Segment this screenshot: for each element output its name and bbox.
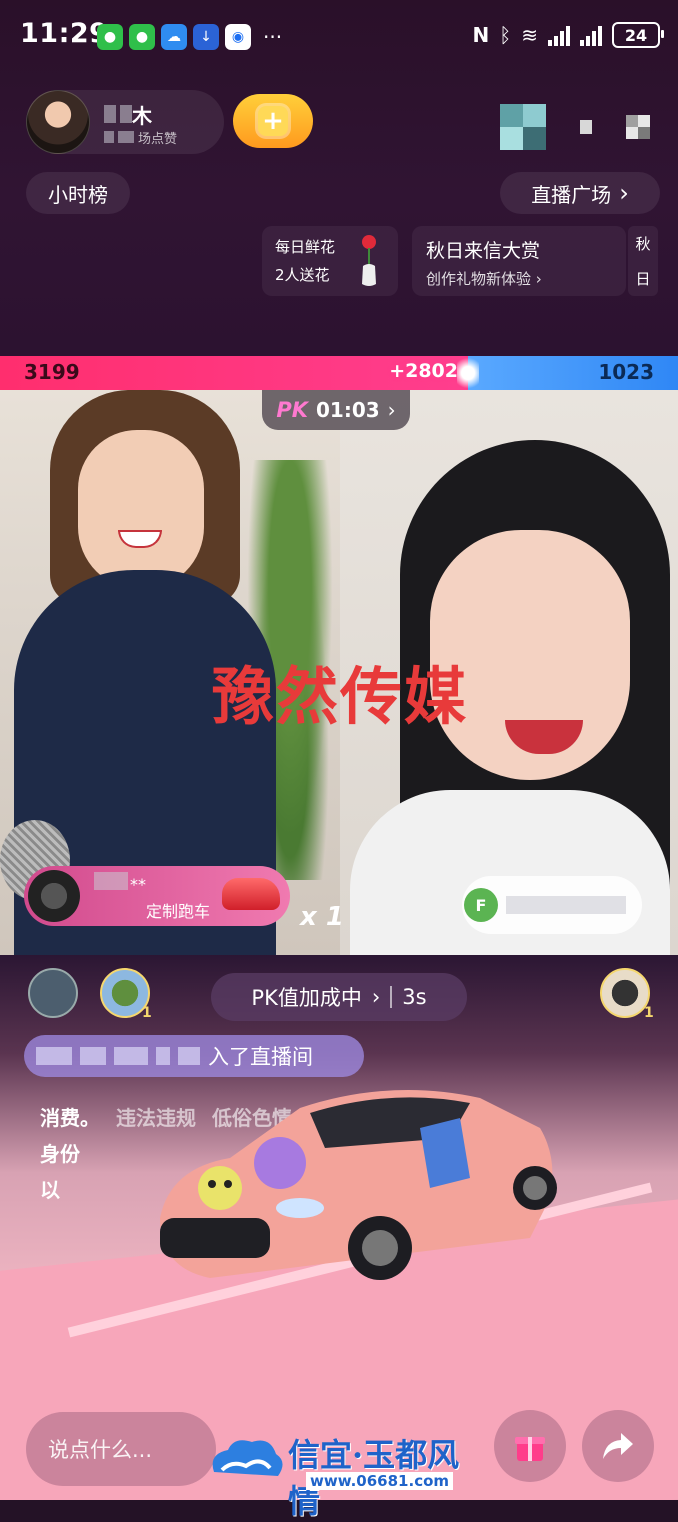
live-square-button[interactable]: 直播广场 › xyxy=(500,172,660,214)
pk-right-bar: 1023 xyxy=(468,356,678,390)
pk-bonus-indicator[interactable]: PK值加成中 › 3s xyxy=(211,973,467,1021)
site-watermark: 信宜·玉都风情 www.06681.com xyxy=(208,1430,478,1520)
live-square-label: 直播广场 xyxy=(531,182,612,207)
status-notification-icons: ● ● ☁ ↓ ◉ ··· xyxy=(97,24,282,50)
wechat-icon: ● xyxy=(129,24,155,50)
host-name: 木 xyxy=(104,100,152,129)
pk-left-score: 3199 xyxy=(24,360,80,384)
signal-icon xyxy=(548,24,570,46)
viewer-avatar[interactable] xyxy=(580,120,592,134)
sender-badge: F xyxy=(464,888,498,922)
pk-bonus-seconds: 3s xyxy=(402,985,427,1009)
sender-name: ** xyxy=(94,872,146,894)
cloud-icon: ☁ xyxy=(161,24,187,50)
person-face xyxy=(78,430,204,590)
enter-message-text: 入了直播间 xyxy=(208,1045,313,1069)
viewer-avatar[interactable] xyxy=(500,104,546,150)
sports-car-gift-animation xyxy=(160,1090,557,1280)
promo-char: 秋 xyxy=(635,235,651,253)
daily-flower-promo[interactable]: 每日鲜花 2人送花 xyxy=(262,226,398,296)
gift-name: 定制跑车 xyxy=(146,902,211,921)
download-icon: ↓ xyxy=(193,24,219,50)
promo-title: 秋日来信大赏 xyxy=(426,240,541,262)
team-left-count: 1 xyxy=(142,1005,152,1021)
share-button[interactable] xyxy=(582,1410,654,1482)
chevron-right-icon: › xyxy=(371,985,381,1009)
chevron-right-icon: › xyxy=(387,398,396,422)
cloud-logo-icon xyxy=(212,1440,283,1476)
hour-rank-button[interactable]: 小时榜 xyxy=(26,172,130,214)
status-bar: 11:29 ● ● ☁ ↓ ◉ ··· N ᛒ ≋ 24 xyxy=(0,0,678,70)
follow-button[interactable]: + xyxy=(233,94,313,148)
status-time: 11:29 xyxy=(20,18,109,49)
site-watermark-url: www.06681.com xyxy=(306,1472,454,1490)
battery-icon: 24 xyxy=(612,22,664,48)
promo-subtitle: 2人送花 xyxy=(275,266,330,284)
nfc-icon: N xyxy=(472,23,490,47)
promo-subtitle: 创作礼物新体验 › xyxy=(426,270,542,288)
gift-notice-left: ** 定制跑车 xyxy=(24,866,290,926)
autumn-promo-tab[interactable]: 秋 日 xyxy=(628,226,658,296)
bluetooth-icon: ᛒ xyxy=(499,23,512,47)
pk-left-bar: 3199 +2802 xyxy=(0,356,468,390)
wechat-icon: ● xyxy=(97,24,123,50)
pk-bonus-value: +2802 xyxy=(389,360,458,382)
team-left-avatar[interactable] xyxy=(28,968,78,1018)
pk-bonus-label: PK值加成中 xyxy=(251,986,362,1010)
pk-score-bar: 3199 +2802 1023 xyxy=(0,356,678,390)
gift-notice-right: F xyxy=(462,876,642,934)
plus-icon: + xyxy=(258,106,288,136)
pk-timer[interactable]: PK 01:03 › xyxy=(262,390,410,430)
gift-combo-count: x 1 xyxy=(300,902,344,932)
host-avatar[interactable] xyxy=(26,90,90,154)
promo-title: 每日鲜花 xyxy=(275,238,336,256)
pk-countdown: 01:03 xyxy=(316,398,380,422)
chevron-right-icon: › xyxy=(619,179,629,207)
app-icon: ◉ xyxy=(225,24,251,50)
center-watermark: 豫然传媒 xyxy=(212,660,469,733)
rose-vase-icon xyxy=(362,235,376,286)
pk-right-score: 1023 xyxy=(598,360,654,384)
more-notifications-icon: ··· xyxy=(263,25,283,49)
sports-car-icon xyxy=(222,878,280,910)
pk-logo: PK xyxy=(276,398,308,422)
pk-split-spark xyxy=(457,354,479,392)
viewer-avatar[interactable] xyxy=(626,115,650,139)
signal-icon xyxy=(580,24,602,46)
autumn-letter-promo[interactable]: 秋日来信大赏 创作礼物新体验 › xyxy=(412,226,626,296)
sender-avatar xyxy=(28,870,80,922)
chevron-right-icon: › xyxy=(535,270,542,288)
status-right: N ᛒ ≋ 24 xyxy=(472,22,664,48)
viewer-avatars[interactable] xyxy=(500,104,650,150)
team-right-count: 1 xyxy=(644,1005,654,1021)
gift-button[interactable] xyxy=(494,1410,566,1482)
team-right-avatar[interactable] xyxy=(600,968,650,1018)
comment-input[interactable]: 说点什么... xyxy=(26,1412,216,1486)
host-card[interactable]: 木 场点赞 xyxy=(26,90,224,154)
host-likes: 场点赞 xyxy=(104,128,177,147)
wifi-icon: ≋ xyxy=(521,23,538,47)
promo-char: 日 xyxy=(635,270,651,288)
share-arrow-icon xyxy=(603,1433,633,1459)
divider xyxy=(390,986,393,1008)
gift-box-icon xyxy=(515,1437,545,1461)
